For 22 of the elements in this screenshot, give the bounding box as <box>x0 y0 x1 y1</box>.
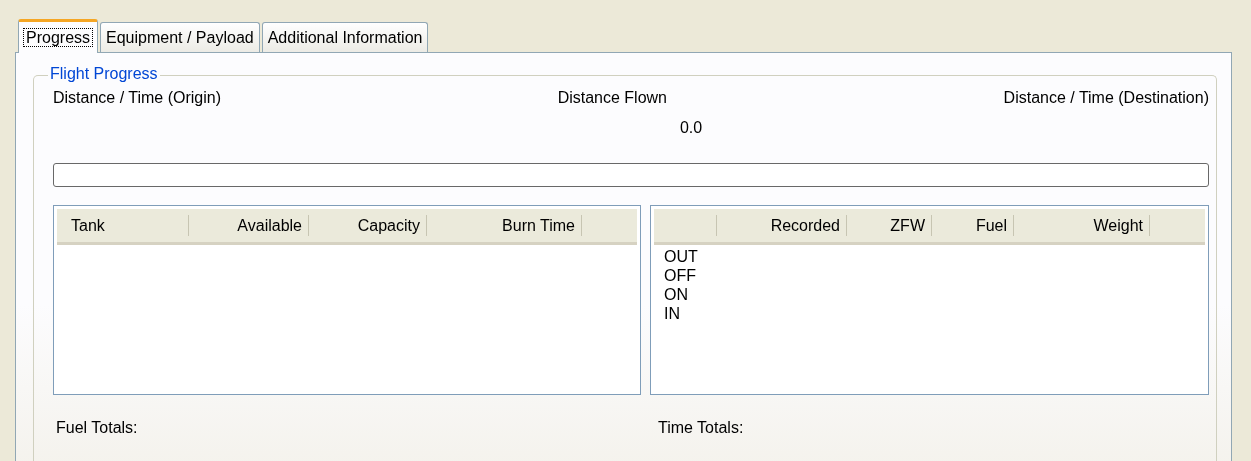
tab[interactable]: Equipment / Payload <box>100 22 260 52</box>
column-header[interactable]: Capacity <box>309 215 427 236</box>
column-header[interactable]: Recorded <box>717 215 847 236</box>
column-header[interactable]: Burn Time <box>427 215 582 236</box>
column-header[interactable]: Fuel <box>932 215 1014 236</box>
list-row[interactable]: IN <box>664 304 680 323</box>
field-label: Distance Flown <box>557 89 667 107</box>
group-title: Flight Progress <box>48 65 160 83</box>
column-header[interactable]: ZFW <box>847 215 932 236</box>
list-row[interactable]: OUT <box>664 247 698 266</box>
distance-value: 0.0 <box>679 119 703 136</box>
time-totals-label: Time Totals: <box>658 419 744 437</box>
column-header[interactable]: Weight <box>1014 215 1150 236</box>
tab[interactable]: Additional Information <box>261 22 429 52</box>
field-label: Distance / Time (Origin) <box>53 89 222 107</box>
column-header[interactable]: Tank <box>57 215 189 236</box>
tab[interactable]: Progress <box>18 19 99 53</box>
column-header[interactable]: Available <box>189 215 309 236</box>
fuel-totals-label: Fuel Totals: <box>55 419 139 437</box>
list-row[interactable]: ON <box>664 285 688 304</box>
list-row[interactable]: OFF <box>664 266 696 285</box>
field-label: Distance / Time (Destination) <box>1003 89 1209 107</box>
